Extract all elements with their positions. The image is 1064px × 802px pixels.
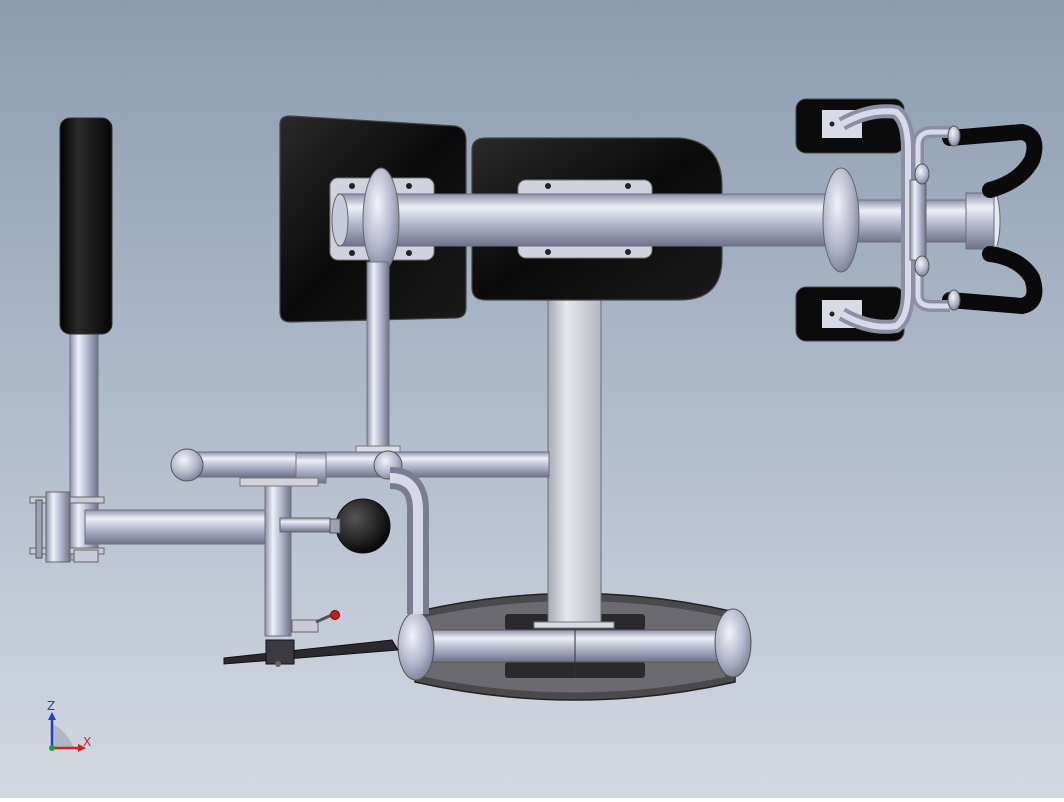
axis-z-label: Z — [47, 699, 55, 713]
cad-model-canvas[interactable]: Z X — [0, 0, 1064, 798]
axis-x-label: X — [83, 735, 91, 749]
cad-viewport[interactable]: Z X — [0, 0, 1064, 798]
